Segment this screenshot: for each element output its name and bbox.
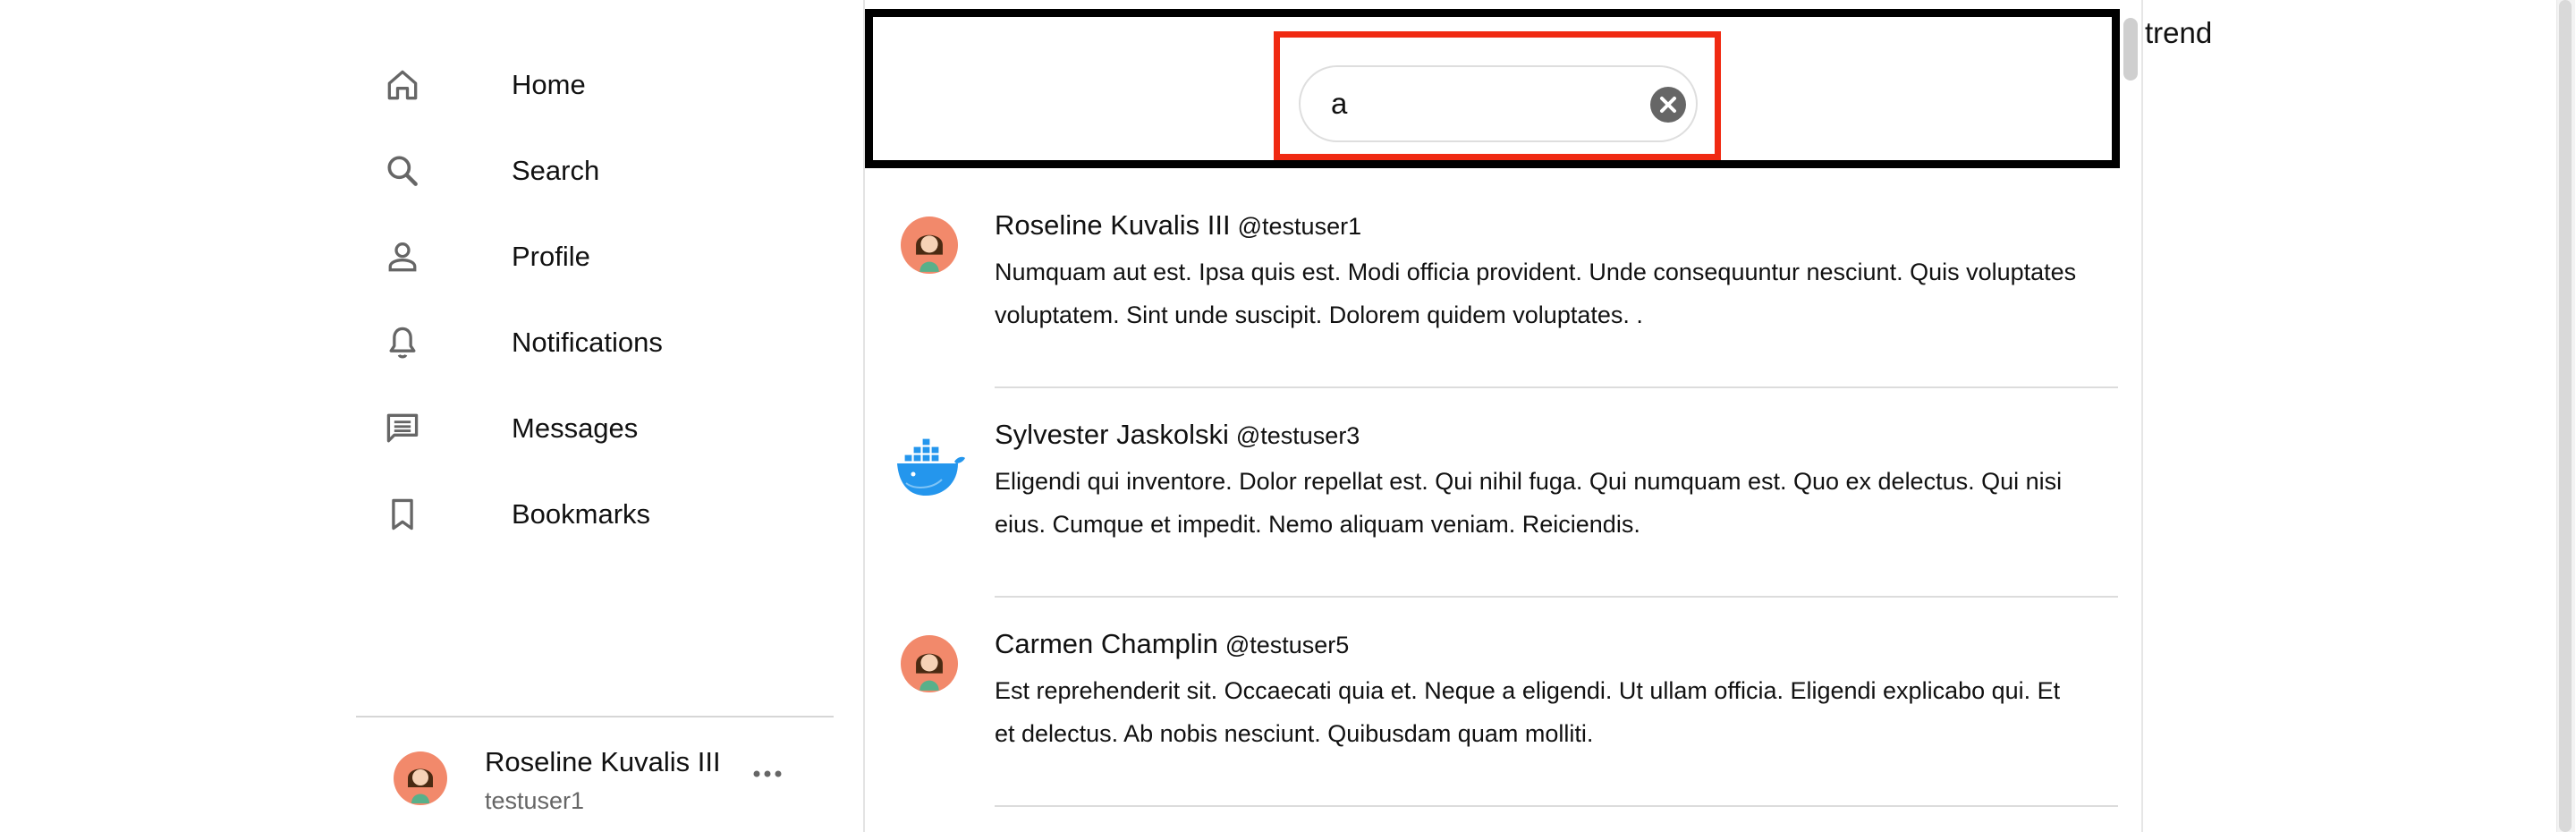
result-author[interactable]: Roseline Kuvalis III: [995, 209, 1231, 241]
bell-icon: [383, 323, 422, 362]
search-header: a: [865, 9, 2120, 168]
account-name: Roseline Kuvalis III: [485, 746, 721, 777]
result-handle[interactable]: @testuser1: [1238, 213, 1361, 240]
result-text: Eligendi qui inventore. Dolor repellat e…: [995, 468, 2063, 538]
account-avatar: [394, 751, 447, 805]
nav-item-profile[interactable]: Profile: [383, 225, 758, 288]
more-horizontal-icon[interactable]: [750, 760, 785, 787]
result-handle[interactable]: @testuser3: [1236, 422, 1360, 449]
page-scrollbar-thumb[interactable]: [2559, 0, 2572, 832]
result-header: Roseline Kuvalis III @testuser1: [995, 209, 1361, 242]
search-result-item[interactable]: Sylvester Jaskolski @testuser3 Eligendi q…: [865, 388, 2118, 598]
result-header: Carmen Champlin @testuser5: [995, 628, 1349, 660]
trend-heading: trend: [2145, 16, 2213, 49]
nav-item-notifications[interactable]: Notifications: [383, 311, 758, 374]
nav-label-bookmarks: Bookmarks: [512, 498, 651, 530]
person-icon: [383, 237, 422, 276]
woman-avatar[interactable]: [901, 216, 958, 274]
search-icon: [383, 151, 422, 191]
nav-label-profile: Profile: [512, 241, 590, 272]
right-column-divider: [2141, 0, 2143, 832]
main-scrollbar-thumb[interactable]: [2123, 18, 2138, 81]
bookmark-icon: [383, 495, 422, 534]
left-sidebar: Home Search Profile Notifications Messag…: [356, 0, 834, 832]
nav-label-messages: Messages: [512, 412, 639, 444]
message-icon: [383, 409, 422, 448]
sidebar-divider: [356, 716, 834, 717]
result-divider: [995, 805, 2118, 807]
result-header: Sylvester Jaskolski @testuser3: [995, 419, 1360, 451]
nav-item-home[interactable]: Home: [383, 54, 758, 116]
nav-item-messages[interactable]: Messages: [383, 397, 758, 460]
search-input[interactable]: a: [1299, 65, 1698, 142]
nav-item-search[interactable]: Search: [383, 140, 758, 202]
main-column: a Roseline Kuvalis III @testuser1 Numquam…: [863, 0, 2120, 832]
docker-whale-avatar[interactable]: [892, 426, 967, 501]
clear-circle-icon[interactable]: [1649, 86, 1687, 123]
nav-label-notifications: Notifications: [512, 327, 663, 358]
account-switcher[interactable]: Roseline Kuvalis III testuser1: [356, 734, 834, 832]
search-result-item[interactable]: Roseline Kuvalis III @testuser1 Numquam a…: [865, 179, 2118, 388]
nav-label-home: Home: [512, 69, 586, 100]
result-text: Est reprehenderit sit. Occaecati quia et…: [995, 677, 2061, 747]
result-text: Numquam aut est. Ipsa quis est. Modi off…: [995, 259, 2077, 328]
home-icon: [383, 65, 422, 105]
result-author[interactable]: Sylvester Jaskolski: [995, 419, 1229, 450]
nav-label-search: Search: [512, 155, 600, 186]
result-handle[interactable]: @testuser5: [1225, 632, 1349, 658]
account-handle: testuser1: [485, 787, 585, 814]
result-author[interactable]: Carmen Champlin: [995, 628, 1218, 659]
woman-avatar[interactable]: [901, 635, 958, 692]
search-result-item[interactable]: Carmen Champlin @testuser5 Est reprehende…: [865, 598, 2118, 807]
nav-item-bookmarks[interactable]: Bookmarks: [383, 483, 758, 546]
search-input-value[interactable]: a: [1331, 87, 1347, 121]
